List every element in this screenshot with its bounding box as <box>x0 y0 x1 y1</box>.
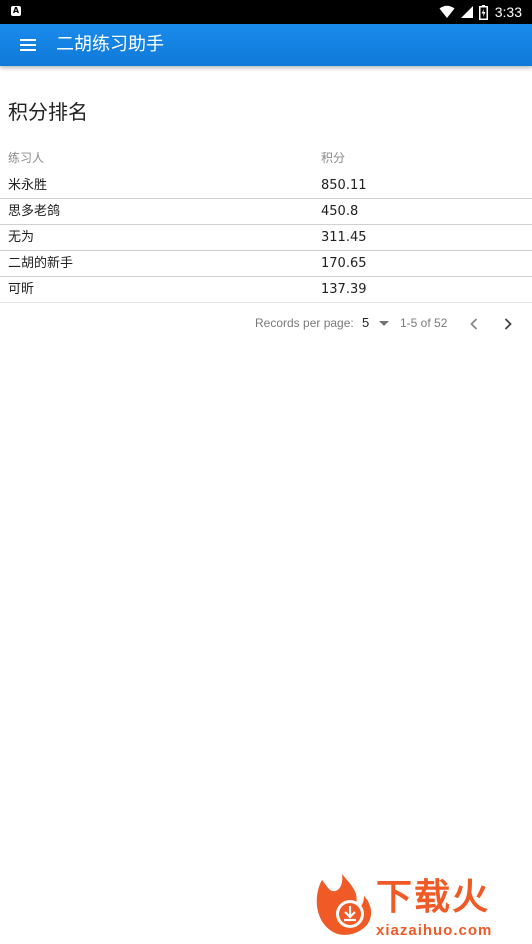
status-time: 3:33 <box>494 4 522 20</box>
menu-icon <box>20 39 36 51</box>
next-page-icon[interactable] <box>500 316 516 332</box>
cell-score: 450.8 <box>321 204 359 219</box>
watermark-url: xiazaihuo.com <box>376 922 493 939</box>
app-title: 二胡练习助手 <box>56 34 164 55</box>
column-header-score[interactable]: 积分 <box>321 149 345 166</box>
previous-page-icon[interactable] <box>466 316 482 332</box>
column-header-name[interactable]: 练习人 <box>8 149 44 166</box>
cell-score: 311.45 <box>321 230 367 245</box>
pagination-range: 1-5 of 52 <box>400 316 448 330</box>
menu-button[interactable] <box>14 33 42 57</box>
cell-name: 无为 <box>8 230 35 245</box>
cell-score: 850.11 <box>321 178 367 193</box>
cell-score: 137.39 <box>321 282 367 297</box>
table-row[interactable]: 二胡的新手 170.65 <box>0 251 532 277</box>
watermark-brand-text: 下载火 <box>376 877 491 918</box>
cell-score: 170.65 <box>321 256 367 271</box>
app-notification-icon: A <box>11 6 21 16</box>
ranking-table: 练习人 积分 米永胜 850.11 思多老鸽 450.8 无为 311.45 二… <box>0 141 532 303</box>
battery-icon <box>478 4 488 20</box>
records-per-page-select[interactable]: 5 <box>362 315 369 330</box>
records-per-page-label: Records per page: <box>255 316 354 330</box>
cell-name: 米永胜 <box>8 178 48 193</box>
signal-icon <box>460 6 473 18</box>
table-row[interactable]: 可昕 137.39 <box>0 277 532 303</box>
cell-name: 思多老鸽 <box>8 204 61 219</box>
table-header-row: 练习人 积分 <box>0 141 532 173</box>
wifi-icon <box>439 5 455 18</box>
table-pagination: Records per page: 5 1-5 of 52 <box>0 309 532 337</box>
flame-logo-icon <box>316 874 372 935</box>
page-title: 积分排名 <box>8 100 88 124</box>
cell-name: 二胡的新手 <box>8 256 74 271</box>
watermark-logo: 下载火 xiazaihuo.com <box>312 872 528 940</box>
dropdown-caret-icon[interactable] <box>379 321 389 326</box>
table-row[interactable]: 思多老鸽 450.8 <box>0 199 532 225</box>
status-icons: 3:33 <box>439 0 522 24</box>
table-row[interactable]: 无为 311.45 <box>0 225 532 251</box>
app-bar: 二胡练习助手 <box>0 24 532 66</box>
cell-name: 可昕 <box>8 282 35 297</box>
table-row[interactable]: 米永胜 850.11 <box>0 173 532 199</box>
status-bar: A 3:33 <box>0 0 532 24</box>
